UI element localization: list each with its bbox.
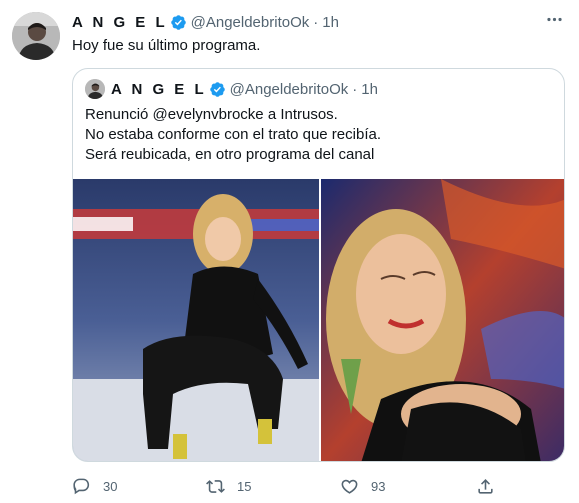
quoted-author-name: A N G E L [111, 80, 207, 98]
author-handle[interactable]: @AngeldebritoOk [191, 14, 310, 31]
verified-badge-icon [209, 81, 226, 98]
verified-badge-icon [170, 14, 187, 31]
photo-studio-crouching[interactable] [73, 179, 319, 461]
retweet-icon [206, 477, 225, 496]
quoted-text-line: No estaba conforme con el trato que reci… [85, 126, 382, 143]
tweet-header: A N G E L @AngeldebritoOk · 1h [72, 12, 339, 32]
media-grid [73, 179, 564, 461]
reply-icon [72, 477, 91, 496]
photo-closeup-portrait[interactable] [321, 179, 564, 461]
timestamp[interactable]: 1h [322, 14, 339, 31]
like-button[interactable]: 93 [340, 474, 385, 498]
more-options-icon[interactable] [543, 8, 565, 30]
quoted-tweet[interactable]: A N G E L @AngeldebritoOk · 1h Renunció … [72, 68, 565, 462]
heart-icon [340, 477, 359, 496]
quoted-timestamp: 1h [361, 80, 378, 98]
retweet-count: 15 [237, 478, 252, 494]
share-button[interactable] [476, 474, 495, 498]
tweet-actions: 30 15 93 [72, 474, 502, 498]
quoted-tweet-text: Renunció @evelynvbrocke a Intrusos. No e… [85, 105, 381, 165]
quoted-author-handle: @AngeldebritoOk [229, 80, 349, 98]
retweet-button[interactable]: 15 [206, 474, 251, 498]
separator-dot: · [352, 80, 358, 98]
reply-count: 30 [103, 478, 118, 494]
separator-dot: · [313, 13, 319, 31]
tweet-text: Hoy fue su último programa. [72, 37, 261, 54]
quoted-tweet-header: A N G E L @AngeldebritoOk · 1h [85, 79, 378, 99]
author-avatar[interactable] [12, 12, 60, 60]
reply-button[interactable]: 30 [72, 474, 117, 498]
quoted-text-line: Renunció @evelynvbrocke a Intrusos. [85, 106, 338, 123]
like-count: 93 [371, 478, 386, 494]
share-icon [476, 477, 495, 496]
quoted-text-line: Será reubicada, en otro programa del can… [85, 146, 375, 163]
tweet[interactable]: A N G E L @AngeldebritoOk · 1h Hoy fue s… [0, 0, 579, 503]
quoted-author-avatar [85, 79, 105, 99]
author-name[interactable]: A N G E L [72, 14, 168, 31]
